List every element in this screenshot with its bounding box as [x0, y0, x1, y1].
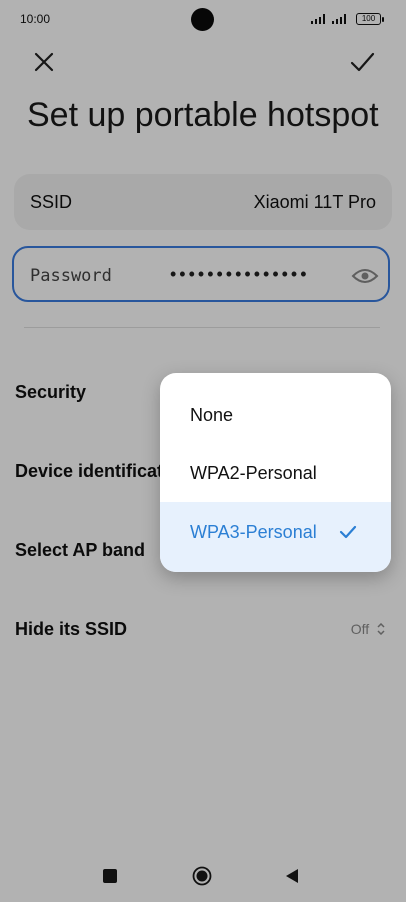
menu-item-wpa3-personal[interactable]: WPA3-Personal: [160, 502, 391, 572]
recents-square-icon[interactable]: [103, 869, 117, 883]
menu-item-none[interactable]: None: [160, 386, 391, 444]
security-dropdown: None WPA2-Personal WPA3-Personal: [160, 373, 391, 572]
menu-item-label: None: [190, 405, 234, 425]
selected-check-icon: [339, 525, 357, 539]
hotspot-setup-screen: 10:00 100 Set up portable hotspot SSID X…: [0, 0, 406, 902]
menu-item-label: WPA2-Personal: [190, 463, 317, 483]
menu-item-wpa2-personal[interactable]: WPA2-Personal: [160, 444, 391, 502]
home-circle-icon[interactable]: [192, 866, 212, 886]
back-triangle-icon[interactable]: [285, 868, 299, 884]
menu-item-label: WPA3-Personal: [190, 522, 317, 542]
